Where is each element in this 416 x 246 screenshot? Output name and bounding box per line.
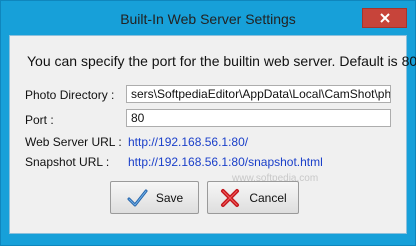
- web-server-url-link[interactable]: http://192.168.56.1:80/: [128, 135, 248, 149]
- snapshot-url-label: Snapshot URL :: [25, 155, 110, 169]
- window-title: Built-In Web Server Settings: [120, 11, 296, 27]
- intro-text: You can specify the port for the builtin…: [27, 53, 416, 69]
- web-server-url-label: Web Server URL :: [25, 135, 122, 149]
- snapshot-url-link[interactable]: http://192.168.56.1:80/snapshot.html: [128, 155, 323, 169]
- port-label: Port :: [25, 113, 54, 127]
- close-button[interactable]: [362, 8, 407, 28]
- dialog-body: You can specify the port for the builtin…: [9, 35, 416, 234]
- photo-directory-input[interactable]: sers\SoftpediaEditor\AppData\Local\CamSh…: [126, 85, 391, 103]
- save-button[interactable]: Save: [110, 181, 199, 214]
- port-input[interactable]: 80: [126, 109, 391, 127]
- close-icon: [379, 13, 390, 23]
- photo-directory-label: Photo Directory :: [25, 88, 115, 102]
- cancel-button-label: Cancel: [249, 190, 287, 205]
- cancel-button[interactable]: Cancel: [207, 181, 299, 214]
- red-x-icon: [221, 188, 240, 207]
- title-bar[interactable]: Built-In Web Server Settings: [1, 1, 415, 35]
- save-button-label: Save: [155, 190, 184, 205]
- settings-dialog: Built-In Web Server Settings You can spe…: [0, 0, 416, 246]
- checkmark-icon: [127, 189, 148, 206]
